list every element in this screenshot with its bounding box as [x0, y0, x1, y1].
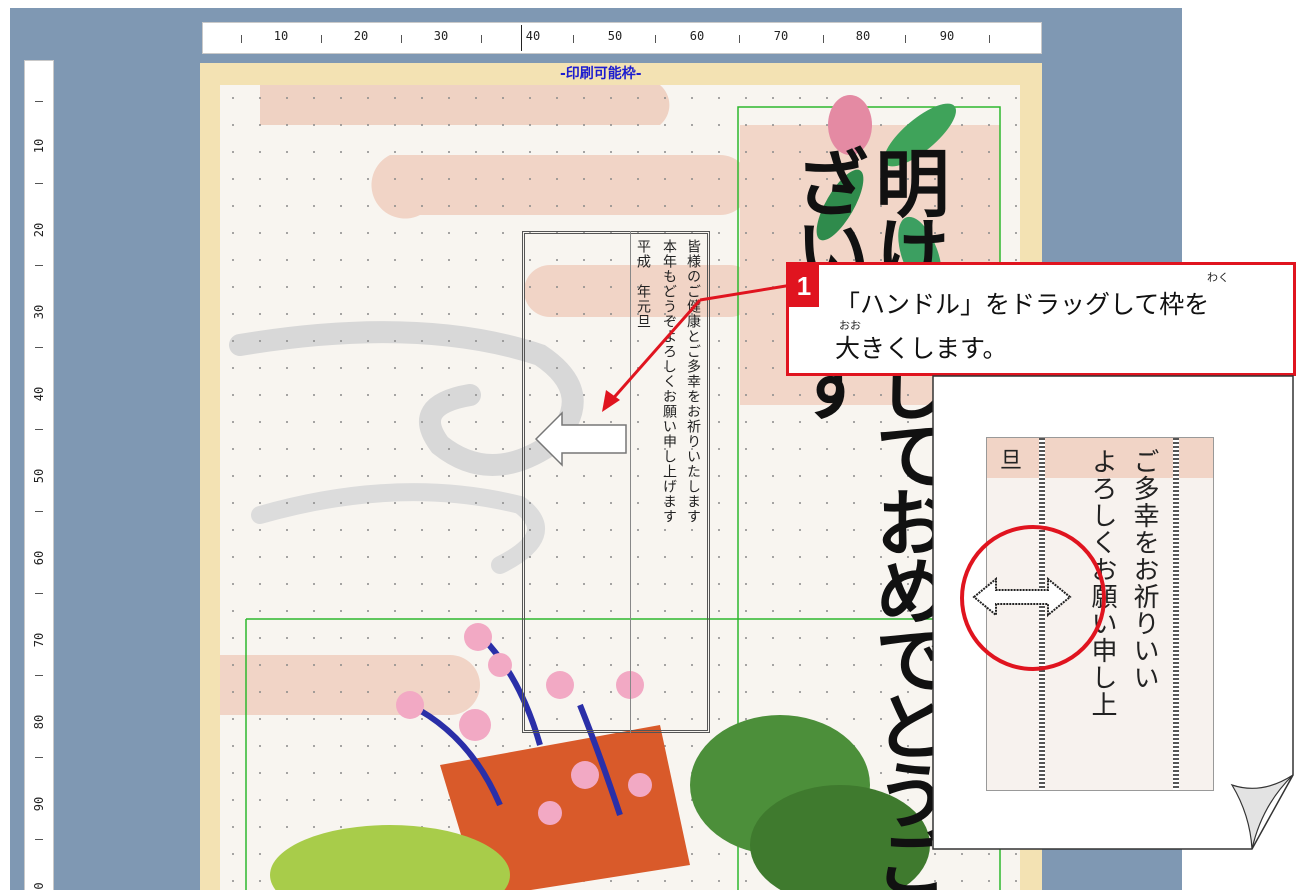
ruler-label: 80 [855, 29, 871, 43]
ruler-label: 90 [939, 29, 955, 43]
ruler-tick [35, 757, 43, 758]
plum-blossom [571, 761, 599, 789]
ruler-tick [35, 675, 43, 676]
ruler-label: 60 [689, 29, 705, 43]
left-arrow-icon [534, 411, 627, 467]
app-window: 10 20 30 40 50 60 70 80 90 10 20 30 40 5… [0, 0, 1301, 890]
pointer-line [602, 282, 799, 412]
zoom-text-column: ご多幸をお祈りいい [1129, 448, 1159, 691]
ruler-label: 70 [773, 29, 789, 43]
zoom-inset-card: 旦 よろしくお願い申し上 ご多幸をお祈りいい [932, 375, 1294, 850]
ruler-label: 20 [32, 222, 46, 238]
ruler-tick [35, 593, 43, 594]
step-number-badge: 1 [789, 265, 819, 307]
ruler-tick [401, 35, 402, 43]
postcard-canvas[interactable]: 明けましておめでとうございます -印刷可能枠- 皆様のご健康とご多幸をお祈りいた… [200, 63, 1042, 890]
plum-blossom [464, 623, 492, 651]
plum-blossom [538, 801, 562, 825]
ruler-label: 80 [32, 714, 46, 730]
ruler-tick [35, 839, 43, 840]
plum-blossom [459, 709, 491, 741]
ruler-label: 60 [32, 550, 46, 566]
ruler-label: 40 [32, 386, 46, 402]
ruler-label: 40 [525, 29, 541, 43]
ruler-label: 10 [32, 138, 46, 154]
ruler-tick [481, 35, 482, 43]
vertical-ruler: 10 20 30 40 50 60 70 80 90 0 [24, 60, 54, 890]
ruler-tick [35, 101, 43, 102]
instruction-callout: 1 わく 「ハンドル」をドラッグして枠を おお 大きくします。 [786, 262, 1296, 376]
ruler-tick [823, 35, 824, 43]
ruler-label: 30 [433, 29, 449, 43]
ruler-tick [35, 429, 43, 430]
plum-blossom [628, 773, 652, 797]
ruler-label: 90 [32, 796, 46, 812]
ruler-tick [35, 511, 43, 512]
plum-blossom [488, 653, 512, 677]
frame-border-zoomed [1173, 438, 1179, 790]
ruler-label: 20 [353, 29, 369, 43]
ruler-label: 70 [32, 632, 46, 648]
zoom-text-column: 旦 [996, 448, 1021, 471]
ruler-cursor-marker [521, 25, 522, 51]
ruler-label: 10 [273, 29, 289, 43]
instruction-line-1: 「ハンドル」をドラッグして枠を [835, 290, 1210, 319]
ruler-label: 0 [32, 882, 46, 890]
ruler-tick [739, 35, 740, 43]
horizontal-ruler: 10 20 30 40 50 60 70 80 90 [202, 22, 1042, 54]
ruler-tick [35, 265, 43, 266]
ruler-label: 30 [32, 304, 46, 320]
ruler-label: 50 [32, 468, 46, 484]
ruler-tick [321, 35, 322, 43]
ruler-tick [35, 183, 43, 184]
ruler-tick [573, 35, 574, 43]
plum-blossom [396, 691, 424, 719]
ruler-tick [989, 35, 990, 43]
ruler-tick [905, 35, 906, 43]
print-area-label: -印刷可能枠- [558, 63, 644, 83]
ruby-text: わく [1207, 271, 1229, 284]
greeting-title: 明けましておめでとうございます [783, 145, 949, 890]
instruction-line-2: 大きくします。 [835, 334, 1008, 363]
ruler-tick [241, 35, 242, 43]
highlight-circle [960, 525, 1106, 671]
ruler-tick [35, 347, 43, 348]
ruler-tick [655, 35, 656, 43]
ruler-label: 50 [607, 29, 623, 43]
